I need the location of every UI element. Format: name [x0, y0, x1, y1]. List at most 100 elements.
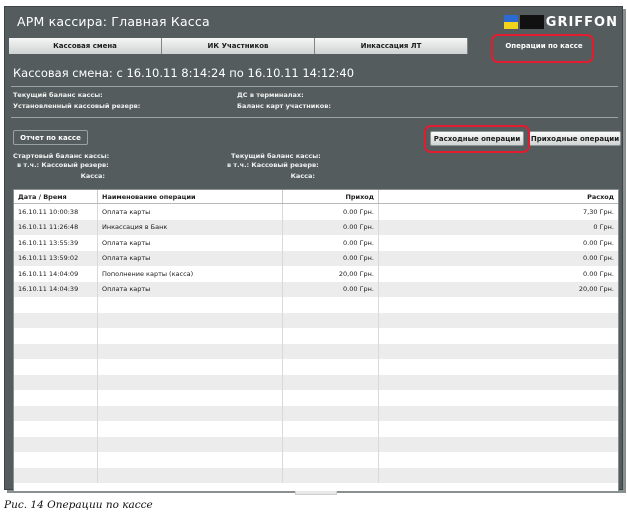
table-row[interactable]	[14, 436, 618, 453]
table-cell	[379, 313, 618, 329]
table-cell	[283, 328, 379, 344]
table-cell	[98, 359, 283, 375]
table-cell	[98, 374, 283, 390]
table-row[interactable]: 16.10.11 14:04:39 Оплата карты 0.00 Грн. 20…	[14, 281, 618, 297]
start-cash-label: Касса:	[80, 172, 105, 180]
table-cell: 16.10.11 13:55:39	[14, 235, 98, 251]
table-row[interactable]	[14, 467, 618, 484]
table-cell	[283, 359, 379, 375]
table-row[interactable]: 16.10.11 11:26:48 Инкассация в Банк 0.00 Г…	[14, 219, 618, 235]
table-row[interactable]: 16.10.11 13:59:02 Оплата карты 0.00 Грн. 0.…	[14, 250, 618, 266]
table-row[interactable]	[14, 374, 618, 391]
table-cell: Инкассация в Банк	[98, 219, 283, 235]
table-cell	[283, 421, 379, 437]
table-cell	[379, 452, 618, 468]
ukraine-flag-icon	[503, 15, 518, 29]
table-row[interactable]	[14, 312, 618, 329]
current-cash-label: Касса:	[290, 172, 315, 180]
table-cell: 16.10.11 14:04:09	[14, 266, 98, 282]
app-title: АРМ кассира: Главная Касса	[17, 14, 210, 29]
table-cell	[14, 436, 98, 452]
button-highlight-marker	[424, 125, 530, 153]
current-reserve-label: в т.ч.: Кассовый резерв:	[227, 161, 319, 169]
table-cell	[14, 374, 98, 390]
table-cell	[283, 297, 379, 313]
tab-cash-shift[interactable]: Кассовая смена	[9, 38, 162, 54]
app-window: АРМ кассира: Главная Касса GRIFFON Кассо…	[4, 6, 623, 492]
table-cell	[379, 375, 618, 391]
table-cell	[283, 467, 379, 483]
table-cell: 0.00 Грн.	[283, 219, 379, 235]
column-header-datetime[interactable]: Дата / Время	[14, 190, 98, 203]
column-header-operation[interactable]: Наименование операции	[98, 190, 283, 203]
table-row[interactable]	[14, 343, 618, 359]
table-cell: Пополнение карты (касса)	[98, 266, 283, 282]
table-row[interactable]	[14, 390, 618, 406]
terminals-label: ДС в терминалах:	[237, 91, 304, 99]
table-cell: 7,30 Грн.	[583, 207, 614, 216]
table-row[interactable]: 16.10.11 10:00:38 Оплата карты 0.00 Грн. 7,…	[14, 204, 618, 220]
table-cell: 0.00 Грн.	[283, 204, 379, 220]
table-row[interactable]: 16.10.11 13:55:39 Оплата карты 0.00 Грн. 0.…	[14, 235, 618, 251]
table-cell	[14, 421, 98, 437]
table-cell: 16.10.11 14:04:39	[14, 281, 98, 297]
table-header: Дата / Время Наименование операции Прихо…	[14, 190, 618, 204]
table-row[interactable]	[14, 452, 618, 468]
start-balance-label: Стартовый баланс кассы:	[13, 152, 110, 160]
table-cell: 16.10.11 11:26:48	[14, 219, 98, 235]
divider	[11, 117, 618, 118]
table-cell	[98, 405, 283, 421]
table-cell: Оплата карты	[98, 235, 283, 251]
table-cell: 0 Грн.	[593, 223, 614, 232]
table-body: 16.10.11 10:00:38 Оплата карты 0.00 Грн. 7,…	[14, 204, 618, 483]
column-header-expense[interactable]: Расход	[379, 190, 618, 203]
table-cell	[379, 359, 618, 375]
table-cell	[14, 359, 98, 375]
table-cell: 0.00 Грн.	[283, 235, 379, 251]
table-cell	[14, 328, 98, 344]
cash-report-button[interactable]: Отчет по кассе	[13, 130, 88, 145]
table-cell: 20,00 Грн.	[578, 285, 614, 294]
operations-table: Дата / Время Наименование операции Прихо…	[13, 189, 619, 492]
table-cell	[98, 312, 283, 328]
table-row[interactable]	[14, 359, 618, 375]
table-cell: 20,00 Грн.	[283, 266, 379, 282]
tab-highlight-marker	[491, 34, 594, 63]
table-cell	[14, 467, 98, 483]
table-cell	[283, 390, 379, 406]
divider	[11, 86, 618, 87]
table-cell	[98, 421, 283, 437]
table-cell	[14, 390, 98, 406]
table-row[interactable]	[14, 297, 618, 313]
table-cell	[98, 343, 283, 359]
table-row[interactable]	[14, 405, 618, 421]
table-cell	[98, 390, 283, 406]
table-cell	[379, 437, 618, 453]
table-cell: Оплата карты	[98, 204, 283, 220]
table-row[interactable]	[14, 421, 618, 437]
income-operations-button[interactable]: Приходные операции	[529, 131, 621, 146]
table-cell	[283, 343, 379, 359]
table-cell	[98, 328, 283, 344]
table-row[interactable]: 16.10.11 14:04:09 Пополнение карты (касса…	[14, 266, 618, 282]
table-cell	[379, 297, 618, 313]
tab-collection-lt[interactable]: Инкассация ЛТ	[315, 38, 468, 54]
griffon-logo: GRIFFON	[503, 13, 618, 31]
current-balance-label: Текущий баланс кассы:	[13, 91, 103, 99]
table-cell	[98, 452, 283, 468]
tab-participants-ik[interactable]: ИК Участников	[162, 38, 315, 54]
table-cell: 0.00 Грн.	[283, 281, 379, 297]
table-cell	[379, 468, 618, 484]
table-cell: 16.10.11 10:00:38	[14, 204, 98, 220]
column-header-income[interactable]: Приход	[283, 190, 379, 203]
table-row[interactable]	[14, 328, 618, 344]
table-cell	[283, 405, 379, 421]
participants-balance-label: Баланс карт участников:	[237, 102, 331, 110]
table-cell	[283, 452, 379, 468]
table-cell: 0.00 Грн.	[583, 254, 614, 263]
shift-heading: Кассовая смена: с 16.10.11 8:14:24 по 16…	[13, 66, 355, 80]
table-cell	[283, 436, 379, 452]
table-cell	[14, 297, 98, 313]
table-cell: Оплата карты	[98, 250, 283, 266]
table-cell	[379, 390, 618, 406]
